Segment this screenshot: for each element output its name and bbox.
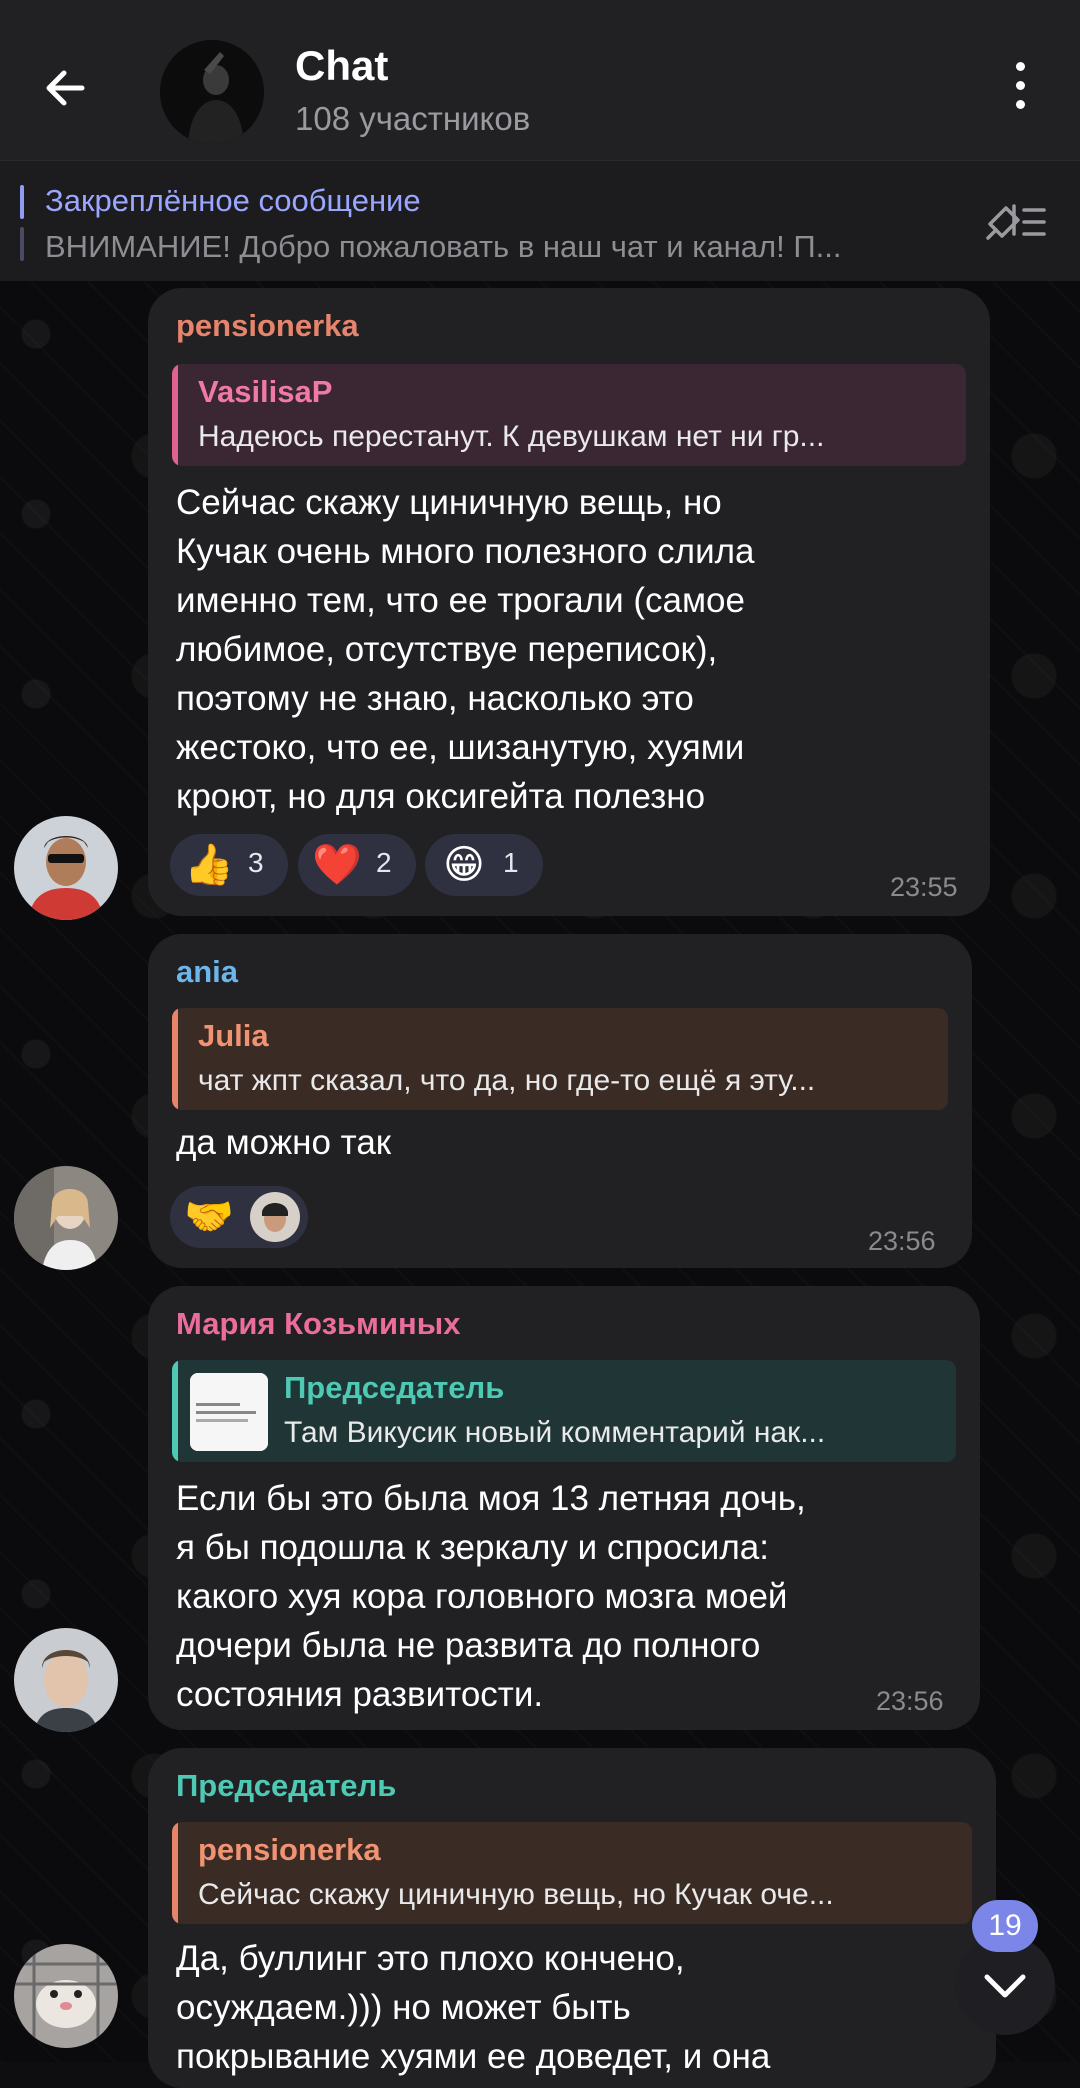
message-time: 23:56 — [868, 1226, 936, 1256]
chat-header: Chat 108 участников — [0, 0, 1080, 160]
reaction-count: 1 — [503, 847, 519, 878]
pinned-title: Закреплённое сообщение — [45, 183, 421, 218]
reply-quote-bar — [172, 1008, 178, 1110]
message-text: Да, буллинг это плохо кончено, осуждаем.… — [176, 1939, 771, 2076]
reply-quote-bar — [172, 1822, 178, 1924]
unread-counter-badge: 19 — [972, 1900, 1038, 1952]
reply-quote-author: Председатель — [284, 1370, 505, 1405]
pinned-message-bar[interactable]: Закреплённое сообщение ВНИМАНИЕ! Добро п… — [0, 160, 1080, 281]
reply-quote-author: VasilisaP — [198, 374, 333, 409]
message-bubble[interactable]: pensionerka VasilisaP Надеюсь перестанут… — [148, 288, 990, 916]
message-bubble[interactable]: Председатель pensionerka Сейчас скажу ци… — [148, 1748, 996, 2088]
reaction-count: 3 — [248, 847, 264, 878]
reply-quote-author: pensionerka — [198, 1832, 381, 1867]
reaction-count: 2 — [376, 847, 392, 878]
reaction-heart[interactable]: ❤️ 2 — [298, 834, 416, 896]
user-avatar[interactable] — [14, 1166, 118, 1270]
reply-quote-bar — [172, 364, 178, 466]
reply-quote-author: Julia — [198, 1018, 269, 1053]
reply-quote-text: Там Викусик новый комментарий нак... — [284, 1416, 826, 1449]
reaction-thumbs-up[interactable]: 👍 3 — [170, 834, 288, 896]
reply-quote[interactable]: VasilisaP Надеюсь перестанут. К девушкам… — [172, 364, 966, 466]
reaction-handshake[interactable]: 🤝 — [170, 1186, 308, 1248]
message-bubble[interactable]: Мария Козьминых Председатель Там Викусик… — [148, 1286, 980, 1730]
user-avatar[interactable] — [14, 1628, 118, 1732]
reactor-avatar — [250, 1192, 300, 1242]
user-avatar[interactable] — [14, 816, 118, 920]
thumbs-up-icon: 👍 — [184, 843, 234, 887]
reply-quote-text: чат жпт сказал, что да, но где-то ещё я … — [198, 1064, 816, 1097]
pinned-indicator — [20, 185, 24, 219]
reply-quote[interactable]: Председатель Там Викусик новый комментар… — [172, 1360, 956, 1462]
pinned-indicator — [20, 227, 24, 261]
pinned-text: ВНИМАНИЕ! Добро пожаловать в наш чат и к… — [45, 229, 842, 264]
message-time: 23:56 — [876, 1686, 944, 1716]
grinning-face-icon: 😁 — [443, 843, 485, 887]
reply-quote-text: Сейчас скажу циничную вещь, но Кучак оче… — [198, 1878, 834, 1911]
message-bubble[interactable]: ania Julia чат жпт сказал, что да, но гд… — [148, 934, 972, 1268]
message-sender[interactable]: Председатель — [176, 1768, 396, 1804]
pinned-list-icon[interactable] — [984, 194, 1048, 250]
chat-avatar[interactable] — [160, 40, 264, 144]
heart-icon: ❤️ — [312, 843, 362, 887]
member-count: 108 участников — [295, 100, 531, 137]
handshake-icon: 🤝 — [184, 1195, 234, 1239]
reply-quote[interactable]: Julia чат жпт сказал, что да, но где-то … — [172, 1008, 948, 1110]
message-text: Если бы это была моя 13 летняя дочь, я б… — [176, 1479, 806, 1714]
user-avatar[interactable] — [14, 1944, 118, 2048]
back-arrow-icon[interactable] — [38, 58, 98, 118]
message-sender[interactable]: pensionerka — [176, 308, 359, 344]
chat-title[interactable]: Chat — [295, 42, 388, 90]
message-sender[interactable]: ania — [176, 954, 238, 990]
reply-quote-text: Надеюсь перестанут. К девушкам нет ни гр… — [198, 420, 825, 453]
message-text: Сейчас скажу циничную вещь, но Кучак оче… — [176, 483, 755, 816]
reply-quote-thumbnail — [190, 1373, 268, 1451]
reaction-grin[interactable]: 😁 1 — [425, 834, 543, 896]
message-sender[interactable]: Мария Козьминых — [176, 1306, 460, 1342]
reply-quote-bar — [172, 1360, 178, 1462]
reply-quote[interactable]: pensionerka Сейчас скажу циничную вещь, … — [172, 1822, 972, 1924]
message-text: да можно так — [176, 1123, 392, 1162]
message-time: 23:55 — [890, 872, 958, 902]
more-options-icon[interactable] — [1000, 62, 1040, 122]
